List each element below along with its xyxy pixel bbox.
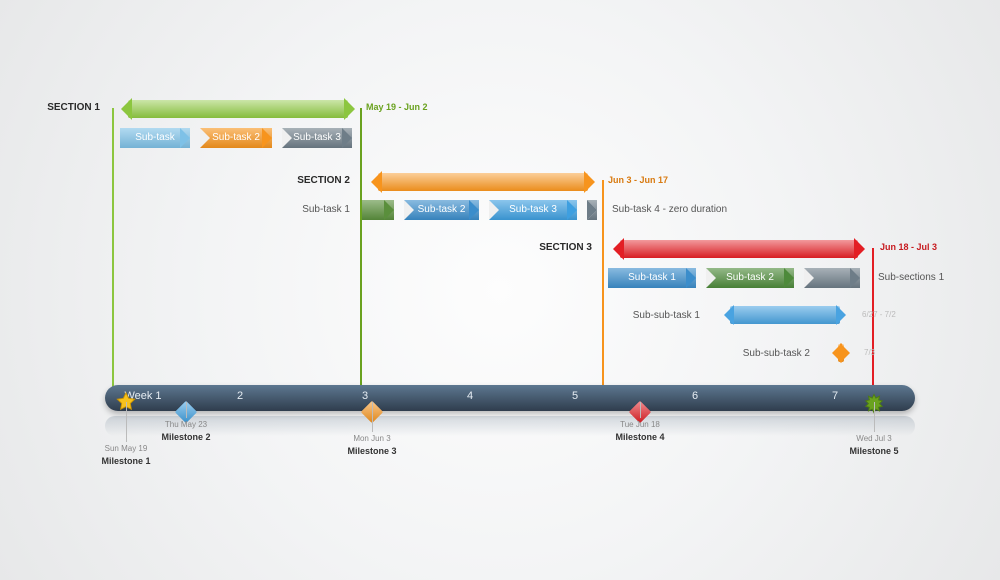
milestone-4: Tue Jun 18 Milestone 4 <box>595 402 685 442</box>
s2-task-4 <box>587 200 597 220</box>
section-2-dates: Jun 3 - Jun 17 <box>608 175 668 185</box>
section-2-bar <box>378 173 588 191</box>
s3-ss2-date: 7/3 <box>864 348 875 357</box>
s3-ss1-label: Sub-sub-task 1 <box>620 310 700 321</box>
wk-4: 4 <box>467 390 473 402</box>
s3-task-2: Sub-task 2 <box>706 268 794 288</box>
section-1-dates: May 19 - Jun 2 <box>366 102 428 112</box>
s3-task-1: Sub-task 1 <box>608 268 696 288</box>
section-2-label: SECTION 2 <box>280 175 350 186</box>
wk-7: 7 <box>832 390 838 402</box>
section-1-bar <box>128 100 348 118</box>
s1-task-1: Sub-task <box>120 128 190 148</box>
wk-6: 6 <box>692 390 698 402</box>
wk-2: 2 <box>237 390 243 402</box>
s1-task-3: Sub-task 3 <box>282 128 352 148</box>
section-1-line-start <box>112 108 114 392</box>
section-3-dates: Jun 18 - Jul 3 <box>880 242 937 252</box>
section-1-label: SECTION 1 <box>30 102 100 113</box>
wk-5: 5 <box>572 390 578 402</box>
s3-task-3 <box>804 268 860 288</box>
milestone-3: Mon Jun 3 Milestone 3 <box>327 402 417 456</box>
section-1-line-end <box>360 108 362 392</box>
s2-task-2: Sub-task 2 <box>404 200 479 220</box>
milestone-5: Wed Jul 3 Milestone 5 <box>829 402 919 456</box>
s1-task-2: Sub-task 2 <box>200 128 272 148</box>
s3-ss2-bar <box>838 344 844 362</box>
s3-ss2-label: Sub-sub-task 2 <box>730 348 810 359</box>
section-3-bar <box>620 240 858 258</box>
s3-right-label: Sub-sections 1 <box>878 272 978 283</box>
s2-right-label: Sub-task 4 - zero duration <box>612 204 772 215</box>
s2-task-1 <box>362 200 394 220</box>
s3-ss1-date: 6/27 - 7/2 <box>862 310 896 319</box>
milestone-2: Thu May 23 Milestone 2 <box>141 402 231 442</box>
gantt-chart: SECTION 1 May 19 - Jun 2 Sub-task Sub-ta… <box>0 0 1000 580</box>
wk-3: 3 <box>362 390 368 402</box>
section-3-label: SECTION 3 <box>522 242 592 253</box>
s3-ss1-bar <box>730 306 840 324</box>
section-3-line-end <box>872 248 874 392</box>
s2-task-3: Sub-task 3 <box>489 200 577 220</box>
s2-left-label: Sub-task 1 <box>290 204 350 215</box>
